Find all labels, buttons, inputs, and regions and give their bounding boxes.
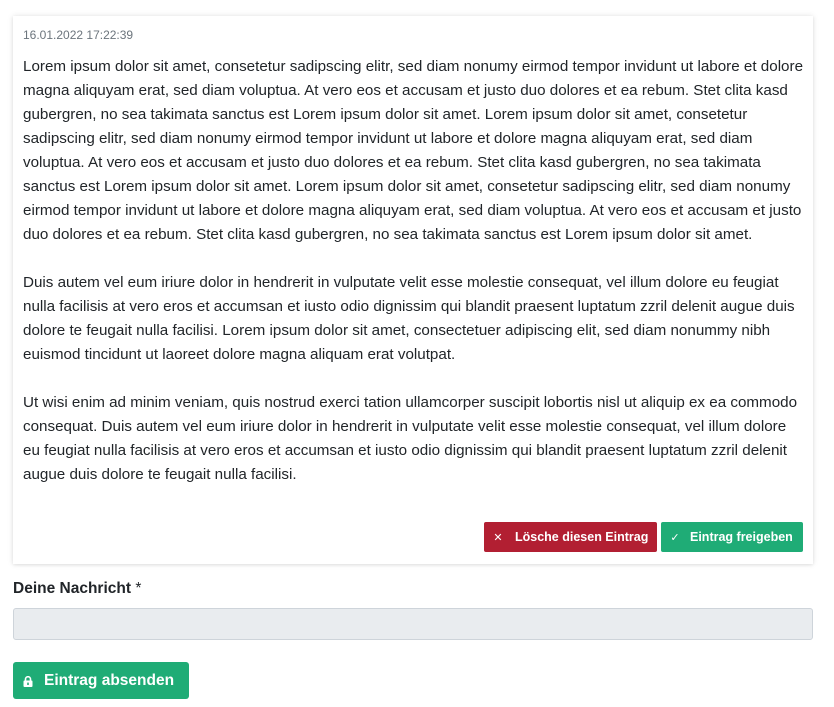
approve-entry-label: Eintrag freigeben (690, 530, 793, 544)
entry-paragraph: Ut wisi enim ad minim veniam, quis nostr… (23, 394, 798, 483)
check-icon: ✓ (670, 531, 680, 544)
message-input[interactable] (13, 608, 813, 640)
submit-entry-label: Eintrag absenden (44, 671, 175, 689)
close-icon: ✕ (493, 531, 503, 544)
guestbook-entry-card: 16.01.2022 17:22:39 Lorem ipsum dolor si… (13, 16, 813, 564)
entry-paragraph: Lorem ipsum dolor sit amet, consetetur s… (23, 58, 804, 243)
lock-icon (23, 675, 33, 687)
submit-entry-button[interactable]: Eintrag absenden (13, 662, 189, 699)
delete-entry-button[interactable]: ✕ Lösche diesen Eintrag (484, 522, 657, 552)
entry-timestamp: 16.01.2022 17:22:39 (23, 28, 134, 42)
entry-paragraph: Duis autem vel eum iriure dolor in hendr… (23, 274, 795, 363)
approve-entry-button[interactable]: ✓ Eintrag freigeben (661, 522, 803, 552)
message-label-text: Deine Nachricht (13, 580, 132, 597)
entry-body: Lorem ipsum dolor sit amet, consetetur s… (23, 55, 805, 487)
delete-entry-label: Lösche diesen Eintrag (515, 530, 649, 544)
required-marker: * (135, 580, 142, 597)
message-field-label: Deine Nachricht * (13, 580, 141, 598)
